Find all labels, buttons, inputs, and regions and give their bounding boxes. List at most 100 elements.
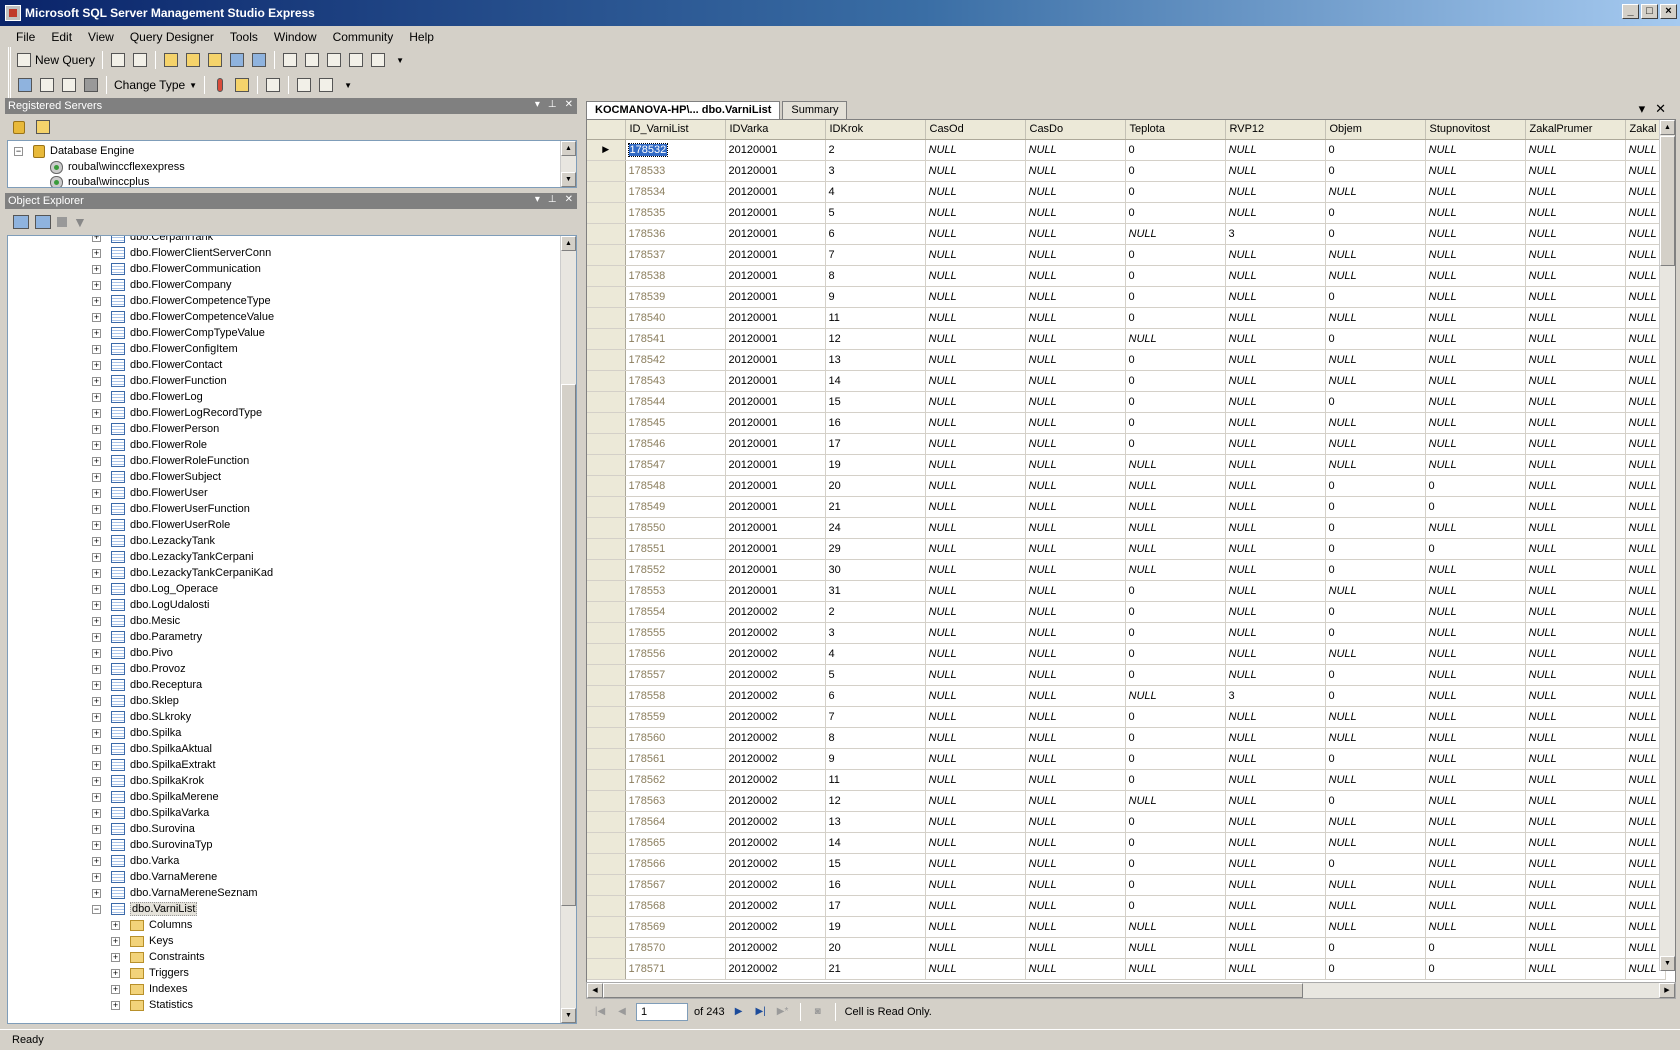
tree-node-table[interactable]: + dbo.FlowerClientServerConn	[92, 245, 271, 261]
grid-cell[interactable]: NULL	[1325, 433, 1426, 455]
grid-cell[interactable]: 178562	[625, 769, 726, 791]
grid-cell[interactable]: 0	[1125, 181, 1226, 203]
grid-cell[interactable]: 2	[825, 139, 926, 161]
table-row[interactable]: 178571 20120002 21 NULL NULL NULL NULL 0 0 NULL NU…	[587, 958, 1666, 980]
grid-cell[interactable]: 8	[825, 727, 926, 749]
new-file-button[interactable]	[108, 50, 128, 70]
grid-cell[interactable]: 0	[1325, 139, 1426, 161]
grid-cell[interactable]: NULL	[925, 685, 1026, 707]
grid-cell[interactable]: NULL	[1425, 706, 1526, 728]
grid-cell[interactable]: NULL	[1025, 832, 1126, 854]
row-selector[interactable]	[587, 706, 626, 728]
table-row[interactable]: 178562 20120002 11 NULL NULL 0 NULL NULL NULL NUL…	[587, 769, 1666, 791]
scroll-up-arrow[interactable]: ▲	[1660, 120, 1675, 135]
tree-node-folder[interactable]: + Constraints	[111, 949, 205, 965]
grid-cell[interactable]: 178555	[625, 622, 726, 644]
table-row[interactable]: 178559 20120002 7 NULL NULL 0 NULL NULL NULL NULL…	[587, 706, 1666, 728]
grid-cell[interactable]: NULL	[1025, 349, 1126, 371]
grid-cell[interactable]: 20120001	[725, 160, 826, 182]
grid-cell[interactable]: 0	[1125, 727, 1226, 749]
grid-cell[interactable]: NULL	[1525, 580, 1626, 602]
grid-cell[interactable]: NULL	[1425, 412, 1526, 434]
scroll-left-arrow[interactable]: ◀	[587, 983, 603, 998]
grid-cell[interactable]: 178561	[625, 748, 726, 770]
grid-cell[interactable]: 20120001	[725, 454, 826, 476]
grid-cell[interactable]: 0	[1325, 685, 1426, 707]
grid-cell[interactable]: NULL	[1125, 538, 1226, 560]
grid-cell[interactable]: NULL	[1325, 580, 1426, 602]
table-row[interactable]: 178565 20120002 14 NULL NULL 0 NULL NULL NULL NUL…	[587, 832, 1666, 854]
grid-cell[interactable]: 3	[825, 622, 926, 644]
expand-icon[interactable]: +	[92, 568, 101, 578]
grid-cell[interactable]: NULL	[1425, 307, 1526, 329]
summary-button[interactable]	[302, 50, 322, 70]
grid-cell[interactable]: 0	[1325, 223, 1426, 245]
grid-cell[interactable]: 21	[825, 496, 926, 518]
grid-cell[interactable]: NULL	[925, 433, 1026, 455]
grid-cell[interactable]: 0	[1125, 874, 1226, 896]
grid-cell[interactable]: NULL	[1225, 286, 1326, 308]
grid-vertical-scrollbar[interactable]: ▲ ▼	[1659, 120, 1675, 971]
tree-node-table[interactable]: + dbo.FlowerUser	[92, 485, 208, 501]
grid-cell[interactable]: NULL	[1425, 685, 1526, 707]
grid-cell[interactable]: NULL	[1225, 328, 1326, 350]
table-row[interactable]: 178561 20120002 9 NULL NULL 0 NULL 0 NULL NULL NUL…	[587, 748, 1666, 770]
grid-cell[interactable]: 178553	[625, 580, 726, 602]
column-header[interactable]: ZakalPrumer	[1525, 120, 1626, 140]
grid-cell[interactable]: 20120001	[725, 538, 826, 560]
grid-cell[interactable]: 20120001	[725, 517, 826, 539]
tree-node-table[interactable]: + dbo.SLkroky	[92, 709, 191, 725]
close-document-icon[interactable]: ✕	[1655, 101, 1666, 117]
grid-cell[interactable]: NULL	[1225, 790, 1326, 812]
grid-cell[interactable]: 6	[825, 223, 926, 245]
grid-cell[interactable]: 20120002	[725, 895, 826, 917]
grid-cell[interactable]: NULL	[1525, 244, 1626, 266]
grid-cell[interactable]: 20120001	[725, 370, 826, 392]
grid-cell[interactable]: 0	[1325, 601, 1426, 623]
grid-cell[interactable]: 0	[1125, 139, 1226, 161]
expand-icon[interactable]: +	[92, 440, 101, 450]
grid-cell[interactable]: NULL	[1525, 643, 1626, 665]
table-row[interactable]: 178550 20120001 24 NULL NULL NULL NULL 0 NULL NUL…	[587, 517, 1666, 539]
grid-cell[interactable]: NULL	[1425, 223, 1526, 245]
grid-cell[interactable]: NULL	[1325, 643, 1426, 665]
grid-cell[interactable]: NULL	[1225, 454, 1326, 476]
tree-node-table[interactable]: + dbo.VarnaMerene	[92, 869, 217, 885]
row-selector[interactable]	[587, 874, 626, 896]
verify-sql-button[interactable]	[232, 75, 252, 95]
grid-cell[interactable]: NULL	[1525, 496, 1626, 518]
grid-cell[interactable]: NULL	[1225, 643, 1326, 665]
expand-icon[interactable]: +	[92, 488, 101, 498]
panel-close-icon[interactable]: ✕	[565, 99, 573, 110]
grid-cell[interactable]: NULL	[1125, 454, 1226, 476]
grid-cell[interactable]: NULL	[925, 370, 1026, 392]
tree-node-table[interactable]: + dbo.FlowerSubject	[92, 469, 221, 485]
grid-cell[interactable]: 0	[1125, 307, 1226, 329]
grid-cell[interactable]: NULL	[1225, 895, 1326, 917]
grid-cell[interactable]: NULL	[1025, 412, 1126, 434]
grid-cell[interactable]: 20120002	[725, 853, 826, 875]
grid-cell[interactable]: NULL	[1025, 475, 1126, 497]
grid-cell[interactable]: 16	[825, 874, 926, 896]
grid-cell[interactable]: NULL	[925, 748, 1026, 770]
grid-cell[interactable]: NULL	[925, 517, 1026, 539]
grid-cell[interactable]: NULL	[1025, 706, 1126, 728]
panel-dropdown-icon[interactable]: ▾	[535, 194, 540, 205]
grid-cell[interactable]: NULL	[1425, 916, 1526, 938]
grid-cell[interactable]: NULL	[1225, 433, 1326, 455]
table-row[interactable]: 178541 20120001 12 NULL NULL NULL NULL 0 NULL NUL…	[587, 328, 1666, 350]
panel-dropdown-icon[interactable]: ▾	[535, 99, 540, 110]
grid-cell[interactable]: 20120002	[725, 727, 826, 749]
expand-icon[interactable]: +	[111, 968, 120, 978]
table-row[interactable]: 178564 20120002 13 NULL NULL 0 NULL NULL NULL NUL…	[587, 811, 1666, 833]
expand-icon[interactable]: +	[111, 1000, 120, 1010]
expand-icon[interactable]: +	[92, 760, 101, 770]
grid-cell[interactable]: 31	[825, 580, 926, 602]
tab-varnilist-table[interactable]: KOCMANOVA-HP\... dbo.VarniList	[586, 101, 781, 119]
grid-cell[interactable]: NULL	[1425, 328, 1526, 350]
tree-node-folder[interactable]: + Columns	[111, 917, 192, 933]
new-query-button[interactable]: New Query	[15, 50, 97, 70]
grid-cell[interactable]: 0	[1125, 748, 1226, 770]
stop-icon[interactable]	[57, 217, 67, 227]
pin-icon[interactable]: ⊥	[548, 99, 557, 110]
